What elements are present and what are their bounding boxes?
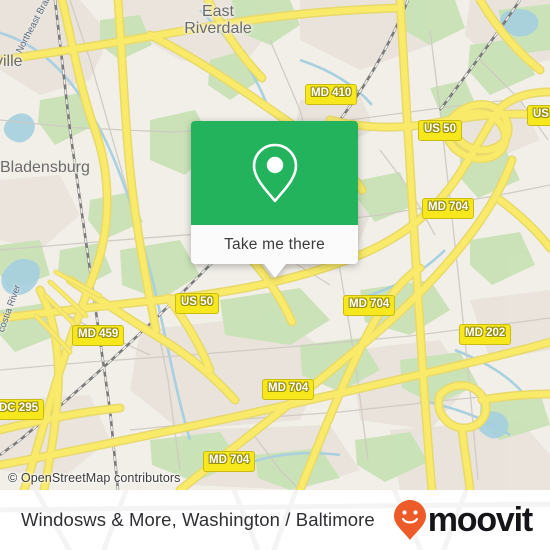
shield-md-704-d[interactable]: MD 704 [203,451,256,472]
moovit-wordmark: moovit [427,501,533,539]
shield-us-5[interactable]: US 5 [527,105,550,126]
shield-md-704-b[interactable]: MD 704 [343,295,396,316]
place-label-bladensburg: Bladensburg [0,159,90,176]
shield-md-459[interactable]: MD 459 [72,325,125,346]
shield-md-704-c[interactable]: MD 704 [262,379,315,400]
callout-pin-area [191,121,358,225]
shield-md-704-a[interactable]: MD 704 [422,198,475,219]
moovit-map-screenshot: EastRiverdale sville Bladensburg Northea… [0,0,550,550]
shield-us-50-b[interactable]: US 50 [175,293,219,314]
take-me-there-label: Take me there [224,235,325,253]
take-me-there-callout[interactable]: Take me there [191,121,358,278]
page-title: Windosws & More, Washington / Baltimore [21,509,375,530]
shield-us-50-a[interactable]: US 50 [418,120,462,141]
osm-attribution: © OpenStreetMap contributors [8,471,181,485]
place-label-east-riverdale: East Riverdale [184,3,252,37]
shield-md-202[interactable]: MD 202 [459,324,512,345]
callout-tail [263,264,286,278]
moovit-brand[interactable]: moovit [393,499,533,541]
moovit-smiley-pin-icon [393,500,426,540]
location-pin-icon [252,143,297,203]
take-me-there-button[interactable]: Take me there [191,225,358,264]
shield-md-410[interactable]: MD 410 [305,84,358,105]
place-label-hyattsville: sville [0,53,23,70]
footer-bar: Windosws & More, Washington / Baltimore … [0,490,550,550]
shield-dc-295[interactable]: DC 295 [0,399,44,420]
